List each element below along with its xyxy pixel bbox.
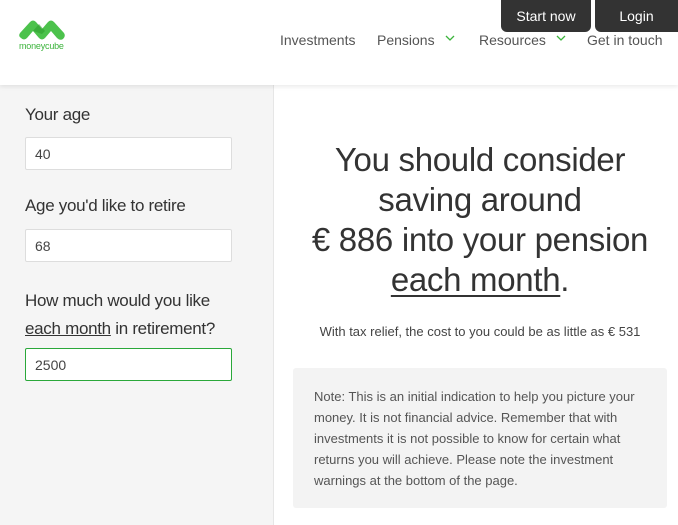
- monthly-label-part1: How much would you like: [25, 291, 210, 310]
- monthly-label-part2: in retirement?: [110, 319, 216, 338]
- result-heading: You should consider saving around € 886 …: [292, 140, 668, 300]
- result-amount: € 886: [311, 221, 393, 258]
- logo-mark-icon: [19, 20, 65, 40]
- nav-resources[interactable]: Resources: [479, 32, 566, 48]
- nav-get-in-touch-label: Get in touch: [587, 32, 663, 48]
- moneycube-logo[interactable]: moneycube: [18, 19, 68, 53]
- monthly-income-label: How much would you like each month in re…: [25, 287, 255, 343]
- chevron-down-icon: [445, 35, 455, 41]
- result-underlined: each month: [390, 261, 561, 298]
- result-line2: into your pension: [392, 221, 649, 258]
- nav-pensions[interactable]: Pensions: [377, 32, 455, 48]
- age-input[interactable]: 40: [25, 137, 232, 170]
- retire-age-input[interactable]: 68: [25, 229, 232, 262]
- login-button[interactable]: Login: [595, 0, 678, 32]
- nav-resources-label: Resources: [479, 32, 546, 48]
- monthly-income-input[interactable]: 2500: [25, 348, 232, 381]
- disclaimer-note: Note: This is an initial indication to h…: [293, 368, 667, 508]
- nav-investments-label: Investments: [280, 32, 356, 48]
- start-now-button[interactable]: Start now: [501, 0, 591, 32]
- nav-investments[interactable]: Investments: [280, 32, 355, 48]
- retire-age-label: Age you'd like to retire: [25, 196, 186, 215]
- chevron-down-icon: [556, 35, 566, 41]
- calculator-form: Your age 40 Age you'd like to retire 68 …: [0, 85, 274, 525]
- result-line1: You should consider saving around: [334, 141, 626, 218]
- disclaimer-text: Note: This is an initial indication to h…: [314, 389, 635, 488]
- age-label: Your age: [25, 105, 91, 124]
- result-end: .: [560, 261, 570, 298]
- tax-relief-text: With tax relief, the cost to you could b…: [319, 324, 641, 339]
- site-header: moneycube Start now Login Investments Pe…: [0, 0, 678, 85]
- nav-pensions-label: Pensions: [377, 32, 435, 48]
- logo-text: moneycube: [19, 41, 64, 51]
- monthly-label-underlined: each month: [25, 319, 111, 338]
- nav-get-in-touch[interactable]: Get in touch: [587, 32, 663, 48]
